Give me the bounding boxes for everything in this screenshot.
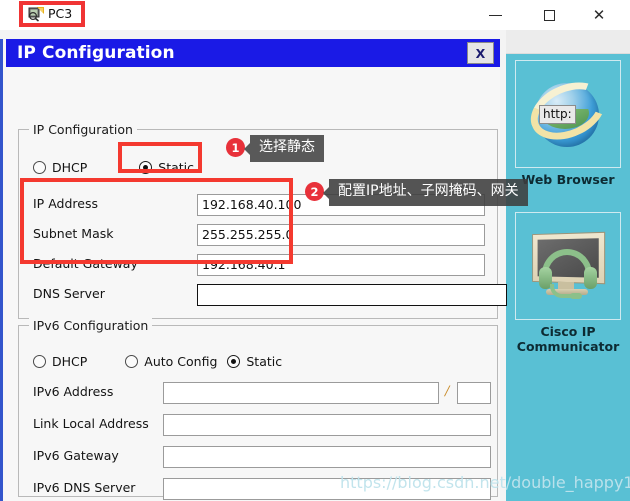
ipv6-link-local-address-label: Link Local Address	[33, 416, 149, 431]
ipv6-prefix-length-input[interactable]	[457, 382, 491, 404]
ipv4-dns-server-input[interactable]	[197, 284, 507, 306]
ipv6-address-label: IPv6 Address	[33, 384, 114, 399]
callout-2-badge: 2	[305, 182, 324, 201]
ipv6-mode-radio-group: DHCP Auto Config Static	[33, 354, 282, 371]
ipv4-default-gateway-label: Default Gateway	[33, 256, 138, 271]
sidebar-item-ip-communicator-label-line2: Communicator	[516, 339, 620, 354]
ipv6-address-row: IPv6 Address /	[33, 382, 491, 404]
ipv4-subnet-mask-label: Subnet Mask	[33, 226, 114, 241]
window-maximize-button[interactable]	[526, 0, 572, 30]
http-chip-label: http:	[539, 105, 576, 124]
ipv4-radio-dhcp[interactable]: DHCP	[33, 160, 87, 175]
sidebar-item-ip-communicator-label-line1: Cisco IP	[540, 324, 596, 339]
close-icon: ✕	[592, 6, 606, 24]
window-close-button[interactable]: ✕	[576, 0, 622, 30]
minimize-icon	[488, 14, 502, 16]
ipv6-address-input[interactable]	[163, 382, 439, 404]
ipv4-mode-radio-group: DHCP Static	[33, 160, 194, 177]
ip-communicator-thumbnail	[515, 212, 621, 320]
sidebar-item-ip-communicator-label: Cisco IP Communicator	[512, 324, 624, 354]
ipv6-radio-dhcp-label: DHCP	[52, 354, 88, 369]
sidebar-top-strip	[506, 30, 630, 54]
sidebar-item-web-browser[interactable]: http: Web Browser	[512, 60, 624, 187]
ipv6-radio-auto-config[interactable]: Auto Config	[125, 354, 217, 369]
ipv6-radio-static-label: Static	[246, 354, 283, 369]
ipv4-dns-server-row: DNS Server	[33, 284, 507, 306]
callout-2-text: 配置IP地址、子网掩码、网关	[323, 179, 528, 206]
ipv4-dns-server-label: DNS Server	[33, 286, 105, 301]
ipv6-radio-dhcp[interactable]: DHCP	[33, 354, 87, 369]
radio-static-icon	[227, 355, 241, 368]
radio-auto-config-icon	[125, 355, 139, 368]
ipv6-gateway-label: IPv6 Gateway	[33, 448, 119, 463]
ipv6-link-local-address-input[interactable]	[163, 414, 491, 436]
window-controls: ✕	[470, 0, 630, 30]
desktop-apps-sidebar: http: Web Browser Cisco IP Communicator	[506, 54, 630, 501]
ipv6-group-legend: IPv6 Configuration	[29, 318, 153, 333]
web-browser-thumbnail: http:	[515, 60, 621, 168]
ipv4-ip-address-label: IP Address	[33, 196, 98, 211]
callout-1-badge: 1	[226, 138, 245, 157]
ipv4-radio-static-label: Static	[158, 160, 195, 175]
ipv4-group-legend: IP Configuration	[29, 122, 137, 137]
ipv4-subnet-mask-input[interactable]: 255.255.255.0	[197, 224, 485, 246]
ipv4-radio-dhcp-label: DHCP	[52, 160, 88, 175]
watermark: https://blog.csdn.net/double_happy111	[340, 473, 630, 492]
sidebar-item-web-browser-label: Web Browser	[521, 172, 615, 187]
ipv6-prefix-separator: /	[445, 384, 450, 399]
dialog-titlebar: IP Configuration X	[6, 39, 500, 67]
ipv6-gateway-input[interactable]	[163, 446, 491, 468]
app-body: http: Web Browser Cisco IP Communicator …	[0, 30, 630, 501]
ipv4-radio-static[interactable]: Static	[139, 160, 194, 175]
ipv4-subnet-mask-row: Subnet Mask 255.255.255.0	[33, 224, 485, 246]
ipv6-link-local-address-row: Link Local Address	[33, 414, 491, 436]
sidebar-item-ip-communicator[interactable]: Cisco IP Communicator	[512, 212, 624, 354]
window-minimize-button[interactable]	[472, 0, 518, 30]
ipv6-radio-static[interactable]: Static	[227, 354, 282, 369]
radio-dhcp-icon	[33, 355, 46, 368]
radio-static-icon	[139, 161, 153, 174]
annotation-highlight-tab	[19, 1, 85, 27]
maximize-icon	[543, 9, 555, 21]
callout-1-text: 选择静态	[244, 135, 324, 162]
ipv6-radio-auto-config-label: Auto Config	[144, 354, 218, 369]
ipv4-default-gateway-row: Default Gateway 192.168.40.1	[33, 254, 485, 276]
radio-dhcp-icon	[33, 161, 46, 174]
ip-configuration-dialog: IP Configuration X IP Configuration DHCP	[0, 39, 507, 501]
dialog-title: IP Configuration	[17, 43, 175, 63]
ipv6-configuration-group: IPv6 Configuration DHCP Auto Config Stat…	[18, 318, 498, 500]
web-browser-globe-icon: http:	[521, 71, 615, 153]
ipv6-gateway-row: IPv6 Gateway	[33, 446, 491, 468]
ipv4-default-gateway-input[interactable]: 192.168.40.1	[197, 254, 485, 276]
ipv6-dns-server-label: IPv6 DNS Server	[33, 480, 136, 495]
dialog-close-button[interactable]: X	[467, 42, 494, 64]
ip-communicator-monitor-headset-icon	[526, 227, 610, 305]
window-titlebar: PC3 ✕	[0, 0, 630, 30]
dialog-content: IP Configuration DHCP Static IP Address	[6, 67, 507, 500]
screenshot-root: PC3 ✕ http: Web Browser Cisco IP Communi…	[0, 0, 630, 501]
